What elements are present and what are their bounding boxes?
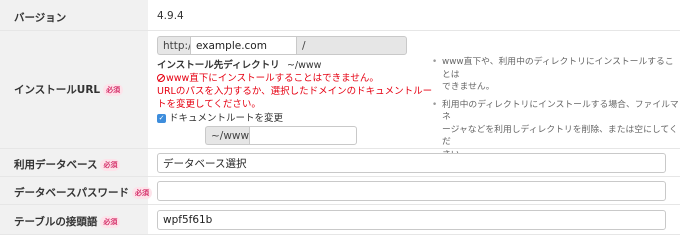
- version-label-cell: バージョン: [0, 0, 148, 30]
- checkbox-checked-icon[interactable]: ✓: [157, 114, 166, 123]
- required-badge: 必須: [100, 158, 121, 171]
- install-dir-label: インストール先ディレクトリ: [157, 60, 280, 71]
- install-note-1-line-1: www直下や、利用中のディレクトリにインストールすることは: [442, 57, 674, 80]
- install-note-2-line-2: ージャなどを利用しディレクトリを削除、または空にしてくだ: [442, 124, 678, 148]
- install-url-label-cell: インストールURL 必須: [0, 31, 148, 148]
- domain-input[interactable]: example.com: [190, 36, 297, 55]
- change-docroot-label: ドキュメントルートを変更: [169, 113, 284, 124]
- required-badge: 必須: [103, 83, 124, 96]
- required-badge: 必須: [131, 186, 152, 199]
- install-hint-line1: URLのパスを入力するか、選択したドメインのドキュメントルー: [157, 86, 433, 97]
- table-prefix-input[interactable]: wpf5f61b: [157, 210, 666, 230]
- install-dir-value: ~/www: [286, 60, 322, 71]
- db-password-label-cell: データベースパスワード 必須: [0, 177, 152, 204]
- version-row: バージョン 4.9.4: [0, 0, 680, 31]
- install-error-text: www直下にインストールすることはできません。: [166, 73, 379, 84]
- table-prefix-label-text: テーブルの接頭語: [14, 216, 98, 228]
- required-badge: 必須: [100, 215, 121, 228]
- install-url-row: インストールURL 必須 http:// example.com / インストー…: [0, 31, 680, 160]
- install-note-2-line-1: 利用中のディレクトリにインストールする場合、ファイルマネ: [442, 99, 679, 123]
- install-note-1-line-2: できません。: [442, 82, 495, 92]
- install-dir-line: インストール先ディレクトリ ~/www: [157, 59, 321, 72]
- database-label-text: 利用データベース: [14, 159, 98, 171]
- install-hint-line2: トを変更してください。: [157, 99, 261, 110]
- database-select[interactable]: データベース選択: [157, 153, 666, 173]
- db-password-label-text: データベースパスワード: [14, 187, 129, 199]
- change-docroot-checkbox-row[interactable]: ✓ ドキュメントルートを変更: [157, 112, 283, 125]
- database-label: 利用データベース 必須: [14, 157, 121, 172]
- protocol-prefix: http://: [157, 36, 191, 55]
- install-url-label-text: インストールURL: [14, 84, 101, 96]
- database-row: 利用データベース 必須 データベース選択: [0, 149, 680, 177]
- install-form: バージョン 4.9.4 インストールURL 必須 http:// example…: [0, 0, 680, 240]
- docroot-input[interactable]: [249, 126, 357, 145]
- db-password-label: データベースパスワード 必須: [14, 185, 152, 200]
- database-label-cell: 利用データベース 必須: [0, 149, 148, 176]
- version-value: 4.9.4: [157, 10, 184, 22]
- table-prefix-label-cell: テーブルの接頭語 必須: [0, 205, 148, 234]
- error-icon: [157, 74, 165, 82]
- path-input[interactable]: /: [296, 36, 407, 55]
- db-password-input[interactable]: [157, 181, 666, 201]
- install-url-label: インストールURL 必須: [14, 82, 124, 97]
- path-slash: /: [302, 39, 306, 52]
- db-password-row: データベースパスワード 必須: [0, 177, 680, 205]
- table-prefix-label: テーブルの接頭語 必須: [14, 214, 121, 229]
- install-note-1: www直下や、利用中のディレクトリにインストールすることは できません。: [432, 56, 680, 94]
- docroot-prefix: ~/www/: [205, 126, 250, 145]
- install-error: www直下にインストールすることはできません。: [157, 72, 379, 85]
- table-prefix-row: テーブルの接頭語 必須 wpf5f61b: [0, 205, 680, 235]
- version-label: バージョン: [14, 12, 67, 24]
